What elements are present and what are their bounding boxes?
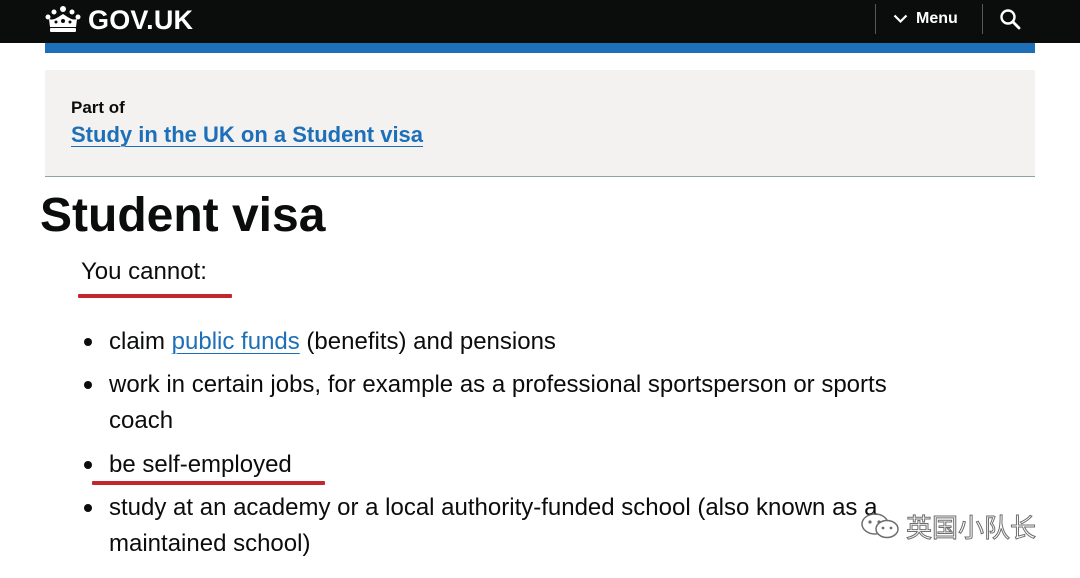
page-title: Student visa bbox=[40, 189, 326, 242]
public-funds-link[interactable]: public funds bbox=[172, 328, 300, 355]
part-of-link[interactable]: Study in the UK on a Student visa bbox=[71, 122, 423, 148]
bullet bbox=[84, 338, 92, 346]
header-accent-bar bbox=[45, 43, 1035, 53]
list-item-text: work in certain jobs, for example as a p… bbox=[109, 371, 887, 398]
list-item-text: claim public funds (benefits) and pensio… bbox=[109, 324, 556, 360]
govuk-logo-link[interactable]: GOV.UK bbox=[44, 3, 193, 37]
bullet bbox=[84, 461, 92, 469]
site-header: GOV.UK Menu bbox=[0, 0, 1080, 43]
red-underline-annotation bbox=[92, 481, 325, 485]
list-item-text-part: (benefits) and pensions bbox=[299, 328, 556, 355]
bullet bbox=[84, 381, 92, 389]
part-of-panel: Part of Study in the UK on a Student vis… bbox=[45, 70, 1035, 177]
list-item-text-continued: coach bbox=[109, 407, 174, 434]
search-button[interactable] bbox=[997, 6, 1023, 32]
intro-text: You cannot: bbox=[81, 258, 207, 285]
chevron-down-icon bbox=[893, 14, 908, 24]
header-divider bbox=[875, 4, 876, 34]
bullet bbox=[84, 504, 92, 512]
list-item-text-part: claim bbox=[109, 328, 172, 355]
search-icon bbox=[1000, 9, 1021, 30]
red-underline-annotation bbox=[78, 294, 232, 298]
menu-label: Menu bbox=[916, 10, 958, 27]
logo-text: GOV.UK bbox=[88, 4, 194, 35]
wechat-icon bbox=[861, 513, 899, 539]
part-of-label: Part of bbox=[71, 98, 125, 117]
header-divider bbox=[982, 4, 983, 34]
page: GOV.UK Menu Part of Study in the UK on a… bbox=[0, 0, 1080, 578]
watermark-text: 英国小队长 bbox=[905, 513, 1037, 544]
watermark: 英国小队长 bbox=[860, 508, 1037, 544]
list-item-text: study at an academy or a local authority… bbox=[109, 494, 878, 521]
list-item-text: be self-employed bbox=[109, 451, 292, 478]
list-item-text-continued: maintained school) bbox=[109, 530, 311, 557]
menu-button[interactable]: Menu bbox=[893, 6, 958, 32]
crown-icon bbox=[45, 6, 81, 32]
